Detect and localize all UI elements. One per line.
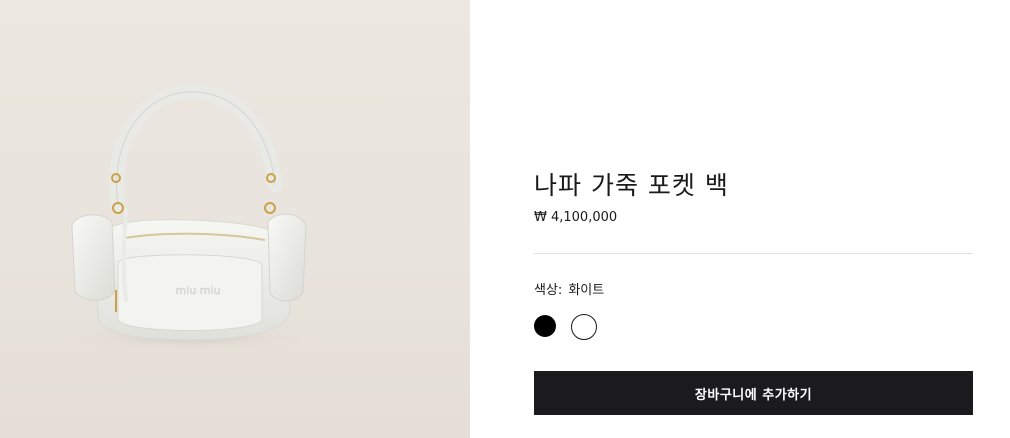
side-tie xyxy=(121,208,128,302)
bag-strap xyxy=(109,84,283,213)
divider xyxy=(534,253,973,254)
swatch-black[interactable] xyxy=(534,315,556,337)
color-label: 색상: xyxy=(534,283,563,298)
product-title: 나파 가죽 포켓 백 xyxy=(534,171,729,200)
embossed-logo: miu miu xyxy=(176,284,221,297)
clasp-right xyxy=(264,202,276,214)
color-selection-label: 색상: 화이트 xyxy=(534,279,604,298)
right-pocket xyxy=(267,213,307,302)
color-value: 화이트 xyxy=(568,283,605,298)
swatch-white[interactable] xyxy=(571,314,597,340)
product-image[interactable]: miu miu xyxy=(0,0,470,438)
product-page: miu miu 나파 가죽 포켓 백 ₩ 4,100,000 색상: 화이트 장바… xyxy=(0,0,1010,438)
add-to-cart-button[interactable]: 장바구니에 추가하기 xyxy=(534,371,973,415)
bag-illustration: miu miu xyxy=(60,84,320,352)
product-info: 나파 가죽 포켓 백 ₩ 4,100,000 색상: 화이트 장바구니에 추가하기 xyxy=(534,0,974,438)
left-pocket xyxy=(71,214,116,301)
product-price: ₩ 4,100,000 xyxy=(534,210,618,225)
